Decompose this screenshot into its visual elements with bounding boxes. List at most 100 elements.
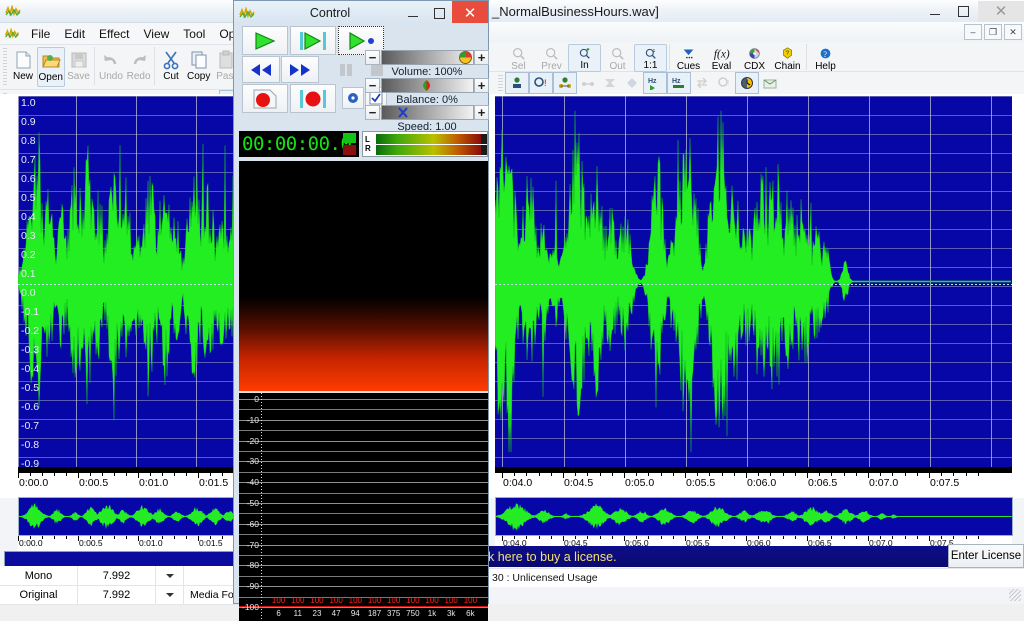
cut-button[interactable]: Cut [157, 47, 185, 87]
zoom-selection-button[interactable]: Sel [502, 44, 535, 72]
balance-increase-button[interactable]: + [474, 78, 489, 93]
time-minor-tick [210, 536, 211, 539]
record-over-button[interactable] [290, 84, 336, 113]
time-minor-tick [538, 473, 540, 476]
main-titlebar [0, 0, 240, 23]
svg-text:?: ? [785, 50, 789, 57]
save-button[interactable]: Save [65, 47, 93, 87]
copy-button[interactable]: Copy [185, 47, 213, 87]
play-all-button[interactable] [242, 26, 288, 55]
time-minor-tick [660, 473, 662, 476]
diamond-icon[interactable] [621, 73, 643, 93]
right-overview-strip[interactable] [495, 497, 1013, 536]
control-maximize-button[interactable] [426, 3, 452, 24]
play-selection-button[interactable] [290, 26, 336, 55]
marker-icon[interactable]: ! [713, 73, 735, 93]
undo-button[interactable]: Undo [97, 47, 125, 87]
channel-cell: Mono [0, 566, 78, 585]
enter-license-button[interactable]: Enter License [948, 544, 1024, 568]
cdx-button[interactable]: CDX [738, 44, 771, 72]
license-banner[interactable]: k here to buy a license. [484, 546, 950, 567]
toolbar-grip[interactable] [3, 48, 8, 86]
spectrum-analyzer[interactable]: 0 -10 -20 -30 -40 -50 -60 -70 -80 -90 -100 6 11 23 47… [239, 393, 488, 621]
speed-decrease-button[interactable]: − [365, 105, 380, 120]
menu-item-effect[interactable]: Effect [92, 25, 136, 43]
right-waveform-display[interactable] [495, 96, 1012, 467]
fast-forward-button[interactable] [281, 56, 319, 83]
record-settings-button[interactable] [342, 87, 364, 109]
eval-button[interactable]: f(x) Eval [705, 44, 738, 72]
open-button[interactable]: Open [36, 47, 65, 87]
cues-button[interactable]: Cues [672, 44, 705, 72]
window-resize-grip[interactable] [1009, 589, 1021, 601]
mdi-minimize-button[interactable]: – [964, 24, 982, 40]
menu-item-tool[interactable]: Tool [176, 25, 212, 43]
time-minor-tick [174, 536, 175, 539]
balance-decrease-button[interactable]: − [365, 78, 380, 93]
time-minor-tick [162, 536, 163, 539]
spectrogram-display[interactable] [239, 161, 488, 391]
close-button[interactable]: ✕ [978, 0, 1024, 22]
rewind-button[interactable] [242, 56, 280, 83]
speed-increase-button[interactable]: + [474, 105, 489, 120]
hz-play-icon[interactable]: Hz [643, 72, 667, 94]
menu-item-view[interactable]: View [137, 25, 177, 43]
time-minor-tick [526, 473, 528, 476]
control-minimize-button[interactable] [400, 3, 426, 24]
clock-icon[interactable] [735, 72, 759, 94]
left-status-grid: Mono 7.992 Original 7.992 Media Foundati… [0, 566, 274, 605]
save-button-label: Save [67, 71, 90, 82]
left-time-ruler[interactable]: 0:00.0 0:00.5 0:01.0 0:01.5 [18, 473, 247, 491]
minimize-button[interactable] [920, 1, 949, 22]
control-close-button[interactable]: ✕ [452, 1, 488, 25]
analyzer-gridline-minor [239, 451, 488, 452]
left-overview-strip[interactable] [18, 497, 240, 536]
left-waveform-display[interactable] [18, 96, 238, 467]
hz-meter-icon[interactable]: Hz [667, 72, 691, 94]
main-menubar[interactable]: File Edit Effect View Tool Options W [0, 23, 286, 45]
mono-channel-icon[interactable] [505, 72, 529, 94]
time-minor-tick [611, 536, 613, 539]
zoom-out-button[interactable]: Out [601, 44, 634, 72]
vu-bar-right [376, 144, 481, 155]
analyzer-gridline [239, 419, 488, 421]
toolbar-separator [94, 47, 96, 85]
channel-dropdown-0[interactable] [156, 566, 184, 585]
volume-decrease-button[interactable]: − [365, 50, 380, 65]
zoom-in-button[interactable]: In [568, 44, 601, 72]
swap-icon[interactable] [691, 73, 713, 93]
chain-button[interactable]: ? Chain [771, 44, 804, 72]
source-cell [184, 566, 240, 585]
time-minor-tick [831, 536, 833, 539]
new-button[interactable]: New [9, 47, 37, 87]
pause-button[interactable] [331, 56, 361, 83]
redo-button[interactable]: Redo [125, 47, 153, 87]
stereo-channel-icon[interactable] [553, 72, 577, 94]
right-time-ruler[interactable]: 0:04.0 0:04.5 0:05.0 0:05.5 0:06.0 0:06.5 0:07… [495, 473, 1012, 491]
mdi-close-button[interactable]: ✕ [1004, 24, 1022, 40]
volume-knob-icon[interactable] [459, 51, 472, 64]
svg-text:1: 1 [653, 48, 656, 54]
speed-x-icon[interactable] [397, 106, 409, 119]
original-dropdown-1[interactable] [156, 585, 184, 604]
goldwave-icon [5, 4, 21, 17]
maximize-button[interactable] [949, 1, 978, 22]
balance-icon[interactable] [577, 73, 599, 93]
time-minor-tick [697, 536, 699, 539]
speed-slider[interactable] [381, 105, 474, 120]
menu-item-file[interactable]: File [24, 25, 57, 43]
help-button[interactable]: ? Help [809, 44, 842, 72]
mdi-restore-button[interactable]: ❐ [984, 24, 1002, 40]
zoom-previous-button[interactable]: Prev [535, 44, 568, 72]
time-minor-tick [636, 536, 638, 539]
right-toolbar2-grip[interactable] [498, 74, 503, 93]
menu-item-edit[interactable]: Edit [57, 25, 92, 43]
zoom-one-to-one-button[interactable]: 1 1:1 [634, 44, 667, 72]
volume-increase-button[interactable]: + [474, 50, 489, 65]
clipboard-alert-icon[interactable]: ! [529, 72, 553, 94]
record-new-button[interactable] [242, 84, 288, 113]
envelope-icon[interactable] [759, 73, 781, 93]
balance-thumb-icon[interactable] [421, 79, 432, 92]
document-title: _NormalBusinessHours.wav] [492, 3, 659, 19]
resample-icon[interactable] [599, 73, 621, 93]
